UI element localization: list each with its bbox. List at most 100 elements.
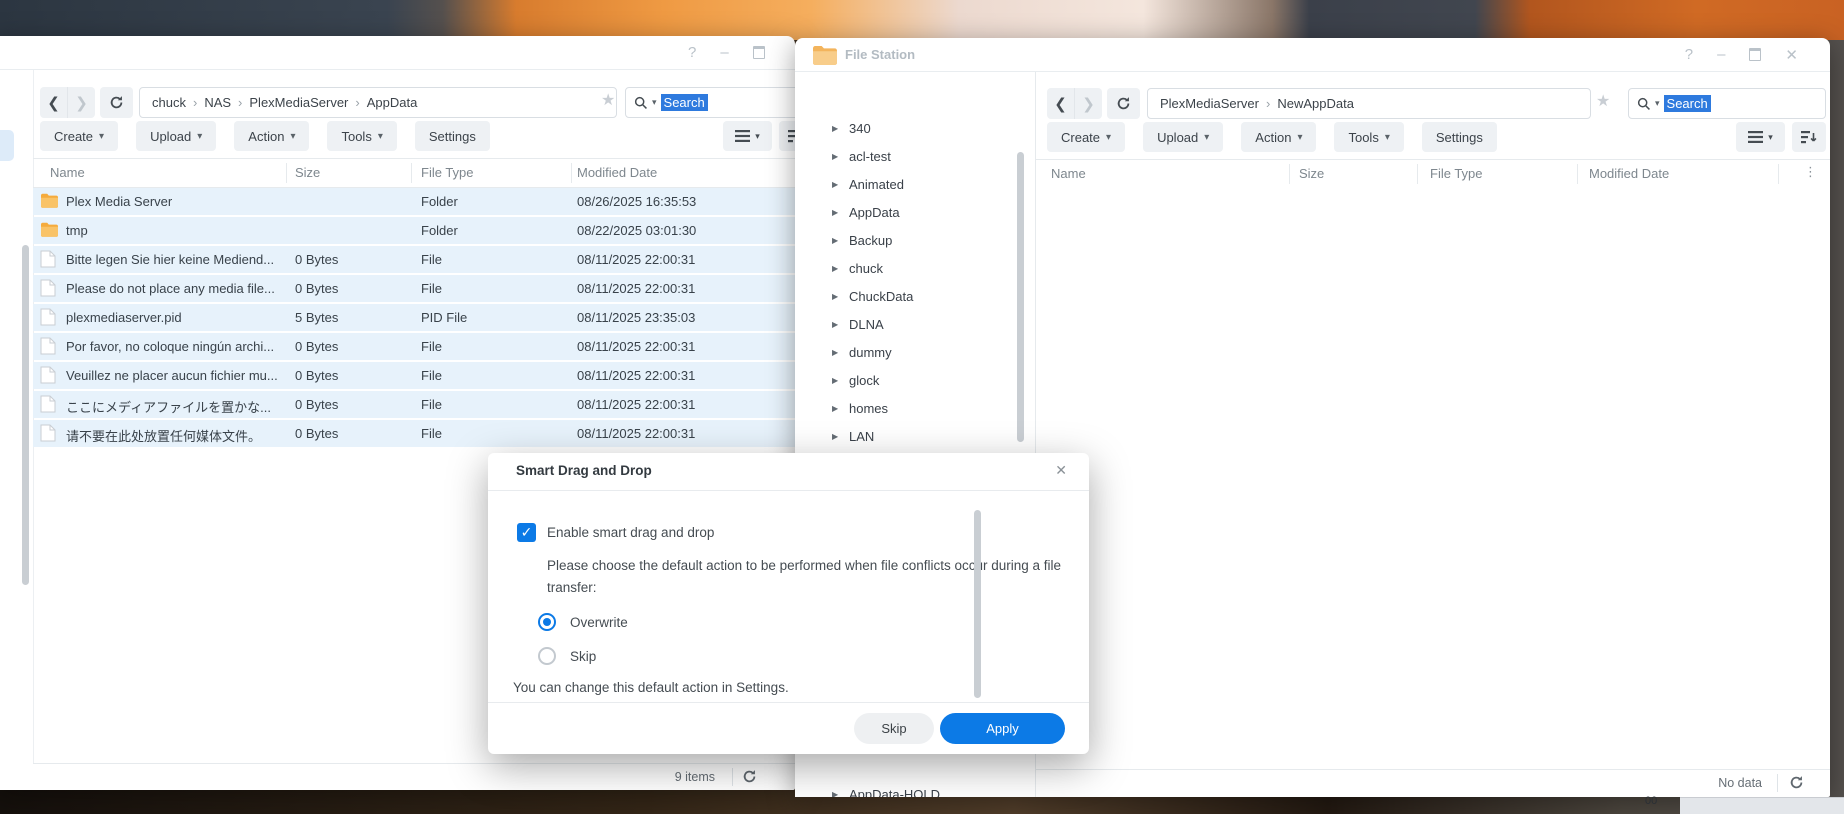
list-view-icon — [1748, 131, 1764, 143]
refresh-button[interactable] — [1107, 88, 1140, 119]
dialog-titlebar[interactable]: Smart Drag and Drop ✕ — [488, 453, 1089, 491]
minimize-icon[interactable]: – — [1717, 46, 1725, 63]
overwrite-radio-label[interactable]: Overwrite — [570, 615, 628, 630]
table-row[interactable]: ここにメディアファイルを置かな... 0 Bytes File 08/11/20… — [33, 391, 795, 418]
maximize-icon[interactable] — [752, 46, 765, 59]
checkbox-label[interactable]: Enable smart drag and drop — [547, 525, 714, 540]
back-button[interactable]: ❮ — [1047, 88, 1074, 119]
left-window-tree-sliver — [0, 70, 34, 764]
breadcrumb[interactable]: PlexMediaServer › NewAppData — [1147, 88, 1591, 119]
column-header-size[interactable]: Size — [295, 165, 320, 180]
back-button[interactable]: ❮ — [40, 87, 67, 118]
table-row[interactable]: plexmediaserver.pid 5 Bytes PID File 08/… — [33, 304, 795, 331]
column-header-name[interactable]: Name — [1051, 166, 1086, 181]
table-row[interactable]: Bitte legen Sie hier keine Mediend... 0 … — [33, 246, 795, 273]
file-icon — [40, 250, 56, 268]
breadcrumb-item[interactable]: PlexMediaServer — [249, 95, 348, 110]
tree-item-backup[interactable]: ▶ Backup — [803, 226, 1021, 254]
forward-button[interactable]: ❯ — [1074, 88, 1102, 119]
tree-item-chuckdata[interactable]: ▶ ChuckData — [803, 282, 1021, 310]
tree-item-glock[interactable]: ▶ glock — [803, 366, 1021, 394]
tree-item-homes[interactable]: ▶ homes — [803, 394, 1021, 422]
left-window-titlebar[interactable]: ? – — [0, 36, 795, 70]
tree-item-appdata[interactable]: ▶ AppData — [803, 198, 1021, 226]
column-options-icon[interactable]: ⋮ — [1804, 164, 1817, 180]
help-icon[interactable]: ? — [688, 44, 696, 61]
view-mode-button[interactable]: ▾ — [1736, 122, 1785, 152]
refresh-icon[interactable] — [742, 769, 757, 784]
breadcrumb-item[interactable]: NewAppData — [1277, 96, 1354, 111]
tree-scrollbar[interactable] — [22, 245, 29, 585]
refresh-icon[interactable] — [1789, 775, 1804, 790]
file-type: File — [421, 252, 442, 267]
close-icon[interactable]: ✕ — [1055, 462, 1067, 479]
close-icon[interactable]: ✕ — [1785, 46, 1798, 64]
tools-button[interactable]: Tools ▾ — [327, 121, 397, 151]
search-options-caret[interactable]: ▾ — [1655, 98, 1660, 109]
tree-selected-item-fragment[interactable] — [0, 130, 14, 161]
search-input[interactable]: ▾ Search — [1628, 88, 1826, 119]
minimize-icon[interactable]: – — [720, 44, 728, 61]
action-button[interactable]: Action ▾ — [234, 121, 310, 151]
tree-item-chuck[interactable]: ▶ chuck — [803, 254, 1021, 282]
breadcrumb[interactable]: chuck › NAS › PlexMediaServer › AppData — [139, 87, 617, 118]
table-row[interactable]: Veuillez ne placer aucun fichier mu... 0… — [33, 362, 795, 389]
enable-smart-dragdrop-checkbox[interactable]: ✓ — [517, 523, 536, 542]
tree-item-appdata-hold[interactable]: ▶ AppData-HOLD — [803, 780, 1021, 798]
upload-button[interactable]: Upload ▾ — [136, 121, 217, 151]
tree-item-animated[interactable]: ▶ Animated — [803, 170, 1021, 198]
view-mode-button[interactable]: ▾ — [723, 121, 772, 151]
column-header-modified[interactable]: Modified Date — [1589, 166, 1669, 181]
empty-file-area[interactable] — [1036, 188, 1830, 769]
table-row[interactable]: tmp Folder 08/22/2025 03:01:30 — [33, 217, 795, 244]
forward-button[interactable]: ❯ — [67, 87, 95, 118]
chevron-down-icon: ▾ — [755, 130, 760, 141]
settings-button[interactable]: Settings — [1421, 122, 1497, 152]
sort-icon — [1801, 130, 1817, 143]
file-date: 08/26/2025 16:35:53 — [577, 194, 697, 209]
upload-button[interactable]: Upload ▾ — [1143, 122, 1224, 152]
table-row[interactable]: Por favor, no coloque ningún archi... 0 … — [33, 333, 795, 360]
tree-item-acl-test[interactable]: ▶ acl-test — [803, 142, 1021, 170]
table-row[interactable]: 请不要在此处放置任何媒体文件。 0 Bytes File 08/11/2025 … — [33, 420, 795, 447]
tree-scrollbar[interactable] — [1017, 152, 1024, 442]
dialog-scrollbar[interactable] — [974, 510, 981, 698]
favorite-star-icon[interactable]: ★ — [601, 93, 615, 109]
tree-item-lan[interactable]: ▶ LAN — [803, 422, 1021, 450]
column-header-modified[interactable]: Modified Date — [577, 165, 657, 180]
table-row[interactable]: Please do not place any media file... 0 … — [33, 275, 795, 302]
action-button[interactable]: Action ▾ — [1241, 122, 1317, 152]
refresh-button[interactable] — [100, 87, 133, 118]
skip-radio[interactable] — [538, 647, 556, 665]
favorite-star-icon[interactable]: ★ — [1596, 94, 1610, 110]
skip-radio-label[interactable]: Skip — [570, 649, 596, 664]
column-header-type[interactable]: File Type — [1430, 166, 1483, 181]
sort-button[interactable] — [1792, 122, 1826, 152]
file-type: File — [421, 397, 442, 412]
tools-button[interactable]: Tools ▾ — [1334, 122, 1404, 152]
overwrite-radio[interactable] — [538, 613, 556, 631]
breadcrumb-item[interactable]: NAS — [204, 95, 231, 110]
dialog-apply-button[interactable]: Apply — [940, 713, 1065, 744]
column-header-size[interactable]: Size — [1299, 166, 1324, 181]
dialog-skip-button[interactable]: Skip — [854, 713, 934, 744]
breadcrumb-item[interactable]: chuck — [152, 95, 186, 110]
file-type: File — [421, 426, 442, 441]
maximize-icon[interactable] — [1749, 48, 1762, 61]
table-row[interactable]: Plex Media Server Folder 08/26/2025 16:3… — [33, 188, 795, 215]
settings-button[interactable]: Settings — [414, 121, 490, 151]
column-header-name[interactable]: Name — [50, 165, 85, 180]
tree-expand-icon: ▶ — [832, 319, 839, 329]
breadcrumb-item[interactable]: PlexMediaServer — [1160, 96, 1259, 111]
search-options-caret[interactable]: ▾ — [652, 97, 657, 108]
tree-item-340[interactable]: ▶ 340 — [803, 114, 1021, 142]
file-type: File — [421, 368, 442, 383]
help-icon[interactable]: ? — [1685, 46, 1693, 63]
create-button[interactable]: Create ▾ — [1047, 122, 1126, 152]
tree-item-dlna[interactable]: ▶ DLNA — [803, 310, 1021, 338]
create-button[interactable]: Create ▾ — [40, 121, 119, 151]
column-header-type[interactable]: File Type — [421, 165, 474, 180]
tree-item-dummy[interactable]: ▶ dummy — [803, 338, 1021, 366]
right-window-titlebar[interactable]: File Station ? – ✕ — [795, 38, 1830, 72]
breadcrumb-item[interactable]: AppData — [367, 95, 418, 110]
